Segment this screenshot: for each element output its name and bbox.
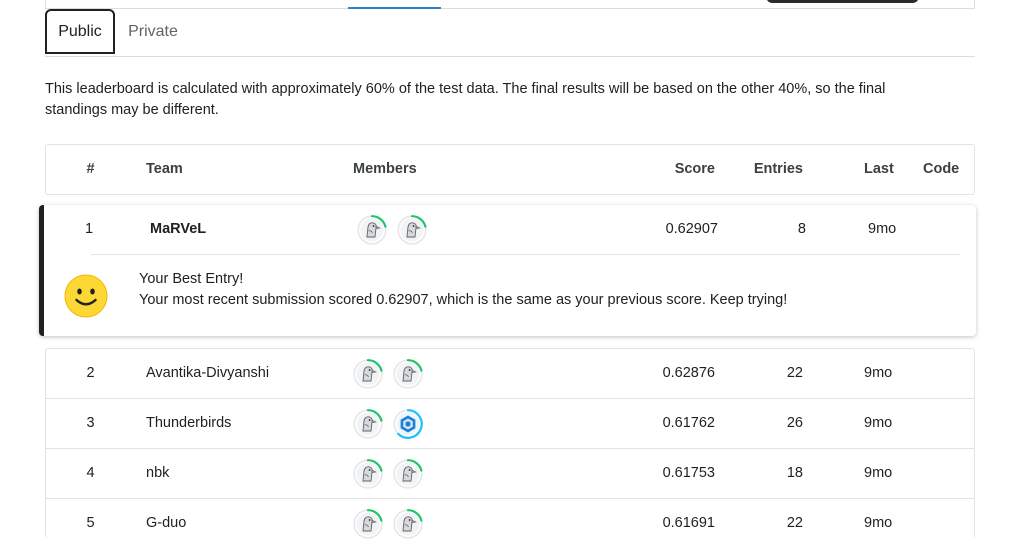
rank-cell: 3 <box>86 415 95 431</box>
best-entry-message: Your Best Entry! Your most recent submis… <box>44 263 976 323</box>
leaderboard-notice: This leaderboard is calculated with appr… <box>45 81 886 118</box>
leaderboard-table: 2 Avantika-Divyanshi 0.62876 22 9mo 3 Thunder… <box>45 348 975 539</box>
leaderboard-header: # Team Members Score Entries Last Code <box>45 144 975 195</box>
rank-cell: 2 <box>86 365 95 381</box>
goose-avatar[interactable] <box>353 358 383 389</box>
rank-cell: 1 <box>84 221 94 237</box>
table-header-row: # Team Members Score Entries Last Code <box>46 145 974 194</box>
goose-avatar[interactable] <box>393 458 423 489</box>
members-cell <box>353 399 433 448</box>
goose-avatar[interactable] <box>393 508 423 539</box>
members-cell <box>353 499 433 548</box>
last-cell: 9mo <box>864 415 893 431</box>
table-row[interactable]: 1 MaRVeL 0.62907 8 9mo <box>44 205 976 254</box>
entries-cell: 8 <box>797 221 806 237</box>
table-row[interactable]: 4 nbk 0.61753 18 9mo <box>46 448 974 498</box>
entries-cell: 22 <box>786 515 803 531</box>
score-cell: 0.61691 <box>662 515 715 531</box>
score-cell: 0.62876 <box>662 365 715 381</box>
members-cell <box>353 349 433 398</box>
team-name[interactable]: Thunderbirds <box>146 399 231 448</box>
last-cell: 9mo <box>868 221 897 237</box>
entries-cell: 18 <box>786 465 803 481</box>
score-cell: 0.61762 <box>662 415 715 431</box>
table-row[interactable]: 5 G-duo 0.61691 22 9mo <box>46 498 974 548</box>
goose-avatar[interactable] <box>357 214 387 245</box>
best-entry-detail: Your most recent submission scored 0.629… <box>139 291 788 308</box>
hexagon-avatar[interactable] <box>393 408 423 439</box>
top-nav-remnant <box>45 0 975 9</box>
entries-cell: 26 <box>786 415 803 431</box>
score-cell: 0.61753 <box>662 465 715 481</box>
rank-cell: 4 <box>86 465 95 481</box>
team-name[interactable]: MaRVeL <box>150 205 206 254</box>
smiley-icon <box>64 274 108 318</box>
tab-private[interactable]: Private <box>115 9 191 54</box>
score-cell: 0.62907 <box>665 221 718 237</box>
tab-public[interactable]: Public <box>45 9 115 54</box>
col-last-header[interactable]: Last <box>864 145 894 194</box>
table-row[interactable]: 2 Avantika-Divyanshi 0.62876 22 9mo <box>46 349 974 398</box>
leaderboard-tabs: Public Private <box>45 9 975 57</box>
members-cell <box>357 205 437 254</box>
best-entry-text: Your Best Entry! Your most recent submis… <box>139 269 787 310</box>
col-score-header[interactable]: Score <box>675 145 715 194</box>
divider <box>91 254 960 255</box>
table-row[interactable]: 3 Thunderbirds 0.61762 26 9mo <box>46 398 974 448</box>
team-name[interactable]: nbk <box>146 449 169 498</box>
goose-avatar[interactable] <box>393 358 423 389</box>
col-entries-header[interactable]: Entries <box>754 145 803 194</box>
team-name[interactable]: G-duo <box>146 499 186 548</box>
members-cell <box>353 449 433 498</box>
goose-avatar[interactable] <box>353 408 383 439</box>
col-team-header[interactable]: Team <box>146 145 183 194</box>
goose-avatar[interactable] <box>353 458 383 489</box>
entries-cell: 22 <box>786 365 803 381</box>
col-code-header: Code <box>923 161 960 177</box>
best-entry-title: Your Best Entry! <box>139 271 244 287</box>
last-cell: 9mo <box>864 365 893 381</box>
col-rank-header[interactable]: # <box>46 145 135 194</box>
rank-cell: 5 <box>86 515 95 531</box>
col-members-header: Members <box>353 161 417 177</box>
my-team-row[interactable]: 1 MaRVeL 0.62907 8 9mo Your Best Entry! … <box>39 205 976 336</box>
last-cell: 9mo <box>864 465 893 481</box>
nav-pill-button[interactable] <box>766 0 919 3</box>
team-name[interactable]: Avantika-Divyanshi <box>146 349 269 398</box>
last-cell: 9mo <box>864 515 893 531</box>
goose-avatar[interactable] <box>353 508 383 539</box>
goose-avatar[interactable] <box>397 214 427 245</box>
